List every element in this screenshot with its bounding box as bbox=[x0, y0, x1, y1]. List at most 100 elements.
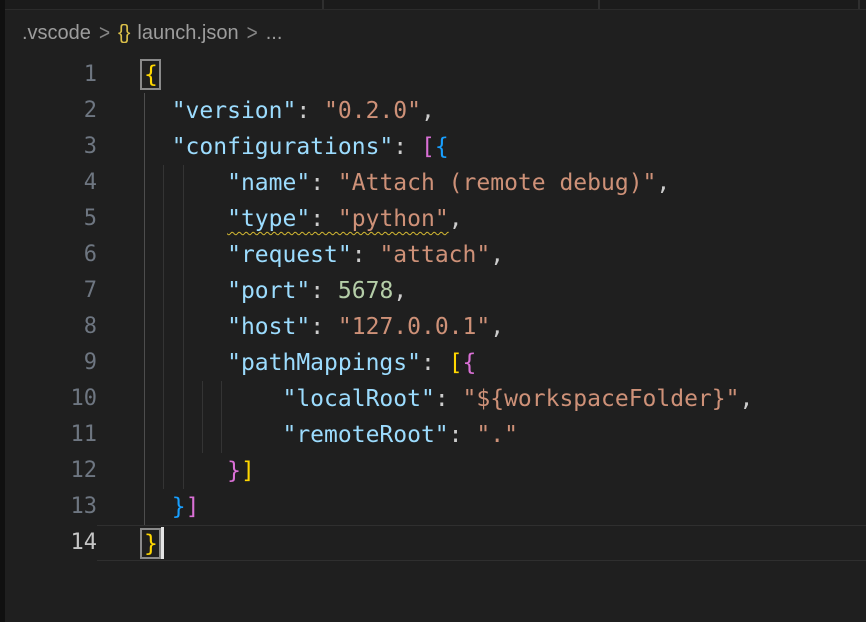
line-number[interactable]: 10 bbox=[0, 381, 97, 417]
code-token: "python" bbox=[338, 206, 449, 232]
code-line[interactable]: 12 }] bbox=[0, 453, 866, 489]
code-token: "0.2.0" bbox=[324, 98, 421, 124]
line-number[interactable]: 12 bbox=[0, 453, 97, 489]
code-token bbox=[435, 350, 449, 376]
line-number[interactable]: 8 bbox=[0, 309, 97, 345]
breadcrumb-item--[interactable]: ... bbox=[266, 22, 283, 45]
code-token: "." bbox=[476, 422, 518, 448]
code-token: , bbox=[393, 278, 407, 304]
code-token: { bbox=[435, 134, 449, 160]
code-line-content[interactable]: "request": "attach", bbox=[97, 237, 866, 273]
code-token bbox=[144, 206, 227, 232]
editor-pane[interactable]: 1{2 "version": "0.2.0",3 "configurations… bbox=[0, 57, 866, 561]
code-line[interactable]: 14} bbox=[0, 525, 866, 561]
line-number[interactable]: 6 bbox=[0, 237, 97, 273]
code-token: : bbox=[393, 134, 407, 160]
code-token: : bbox=[449, 422, 463, 448]
code-token bbox=[144, 242, 227, 268]
code-token: : bbox=[352, 242, 366, 268]
code-token: "127.0.0.1" bbox=[338, 314, 490, 340]
line-number[interactable]: 11 bbox=[0, 417, 97, 453]
code-line-content[interactable]: "localRoot": "${workspaceFolder}", bbox=[97, 381, 866, 417]
code-token: ] bbox=[186, 494, 200, 520]
breadcrumb-item-launch-json[interactable]: {}launch.json bbox=[118, 22, 239, 45]
code-line-content[interactable]: }] bbox=[97, 489, 866, 525]
line-number[interactable]: 1 bbox=[0, 57, 97, 93]
line-number[interactable]: 13 bbox=[0, 489, 97, 525]
tab-separator bbox=[858, 0, 860, 9]
current-line-highlight[interactable]: } bbox=[97, 525, 866, 561]
code-line[interactable]: 8 "host": "127.0.0.1", bbox=[0, 309, 866, 345]
breadcrumb: .vscode>{}launch.json>... bbox=[0, 11, 866, 56]
code-token: "configurations" bbox=[172, 134, 394, 160]
code-token: , bbox=[490, 242, 504, 268]
code-line-content[interactable]: { bbox=[97, 57, 866, 93]
code-token: "request" bbox=[227, 242, 352, 268]
code-line[interactable]: 6 "request": "attach", bbox=[0, 237, 866, 273]
code-line-content[interactable]: "version": "0.2.0", bbox=[97, 93, 866, 129]
code-token bbox=[407, 134, 421, 160]
code-text: "version": "0.2.0", bbox=[97, 93, 866, 129]
code-token bbox=[144, 386, 282, 412]
code-line-content[interactable]: "configurations": [{ bbox=[97, 129, 866, 165]
code-token bbox=[144, 98, 172, 124]
code-token: "Attach (remote debug)" bbox=[338, 170, 657, 196]
code-text: }] bbox=[97, 489, 866, 525]
window-left-edge bbox=[0, 0, 5, 622]
code-token bbox=[144, 170, 227, 196]
code-line-content[interactable]: "type": "python", bbox=[97, 201, 866, 237]
code-token: [ bbox=[421, 134, 435, 160]
line-number[interactable]: 2 bbox=[0, 93, 97, 129]
code-token: : bbox=[421, 350, 435, 376]
code-token bbox=[324, 314, 338, 340]
code-text: "name": "Attach (remote debug)", bbox=[97, 165, 866, 201]
code-token: "attach" bbox=[379, 242, 490, 268]
code-token: 5678 bbox=[338, 278, 393, 304]
breadcrumb-item--vscode[interactable]: .vscode bbox=[22, 22, 91, 45]
code-text: "configurations": [{ bbox=[97, 129, 866, 165]
code-token bbox=[310, 98, 324, 124]
breadcrumb-label: ... bbox=[266, 22, 283, 45]
code-token: } bbox=[172, 494, 186, 520]
code-token: { bbox=[463, 350, 477, 376]
code-text: "port": 5678, bbox=[97, 273, 866, 309]
code-line[interactable]: 4 "name": "Attach (remote debug)", bbox=[0, 165, 866, 201]
line-number[interactable]: 7 bbox=[0, 273, 97, 309]
code-text: "type": "python", bbox=[97, 201, 866, 237]
line-number[interactable]: 9 bbox=[0, 345, 97, 381]
code-line[interactable]: 9 "pathMappings": [{ bbox=[0, 345, 866, 381]
code-line-content[interactable]: "host": "127.0.0.1", bbox=[97, 309, 866, 345]
line-number[interactable]: 3 bbox=[0, 129, 97, 165]
code-line[interactable]: 7 "port": 5678, bbox=[0, 273, 866, 309]
code-token: "version" bbox=[172, 98, 297, 124]
code-line[interactable]: 1{ bbox=[0, 57, 866, 93]
json-braces-icon: {} bbox=[118, 22, 129, 45]
code-token: } bbox=[227, 458, 241, 484]
code-token bbox=[144, 422, 282, 448]
breadcrumb-label: .vscode bbox=[22, 22, 91, 45]
code-text: }] bbox=[97, 453, 866, 489]
code-line-content[interactable]: "port": 5678, bbox=[97, 273, 866, 309]
code-line[interactable]: 2 "version": "0.2.0", bbox=[0, 93, 866, 129]
line-number[interactable]: 4 bbox=[0, 165, 97, 201]
code-token bbox=[366, 242, 380, 268]
line-number[interactable]: 5 bbox=[0, 201, 97, 237]
code-line[interactable]: 13 }] bbox=[0, 489, 866, 525]
code-line-content[interactable]: "remoteRoot": "." bbox=[97, 417, 866, 453]
code-line[interactable]: 5 "type": "python", bbox=[0, 201, 866, 237]
tab-separator bbox=[322, 0, 324, 9]
code-line[interactable]: 10 "localRoot": "${workspaceFolder}", bbox=[0, 381, 866, 417]
tab-separator bbox=[598, 0, 600, 9]
editor-tab-strip[interactable] bbox=[0, 0, 866, 10]
code-line[interactable]: 11 "remoteRoot": "." bbox=[0, 417, 866, 453]
code-token: : bbox=[435, 386, 449, 412]
code-token: "name" bbox=[227, 170, 310, 196]
chevron-right-icon: > bbox=[247, 21, 258, 46]
code-line-content[interactable]: "name": "Attach (remote debug)", bbox=[97, 165, 866, 201]
code-text: { bbox=[97, 57, 866, 93]
code-token bbox=[144, 278, 227, 304]
line-number[interactable]: 14 bbox=[0, 525, 97, 561]
code-line[interactable]: 3 "configurations": [{ bbox=[0, 129, 866, 165]
code-line-content[interactable]: "pathMappings": [{ bbox=[97, 345, 866, 381]
code-line-content[interactable]: }] bbox=[97, 453, 866, 489]
